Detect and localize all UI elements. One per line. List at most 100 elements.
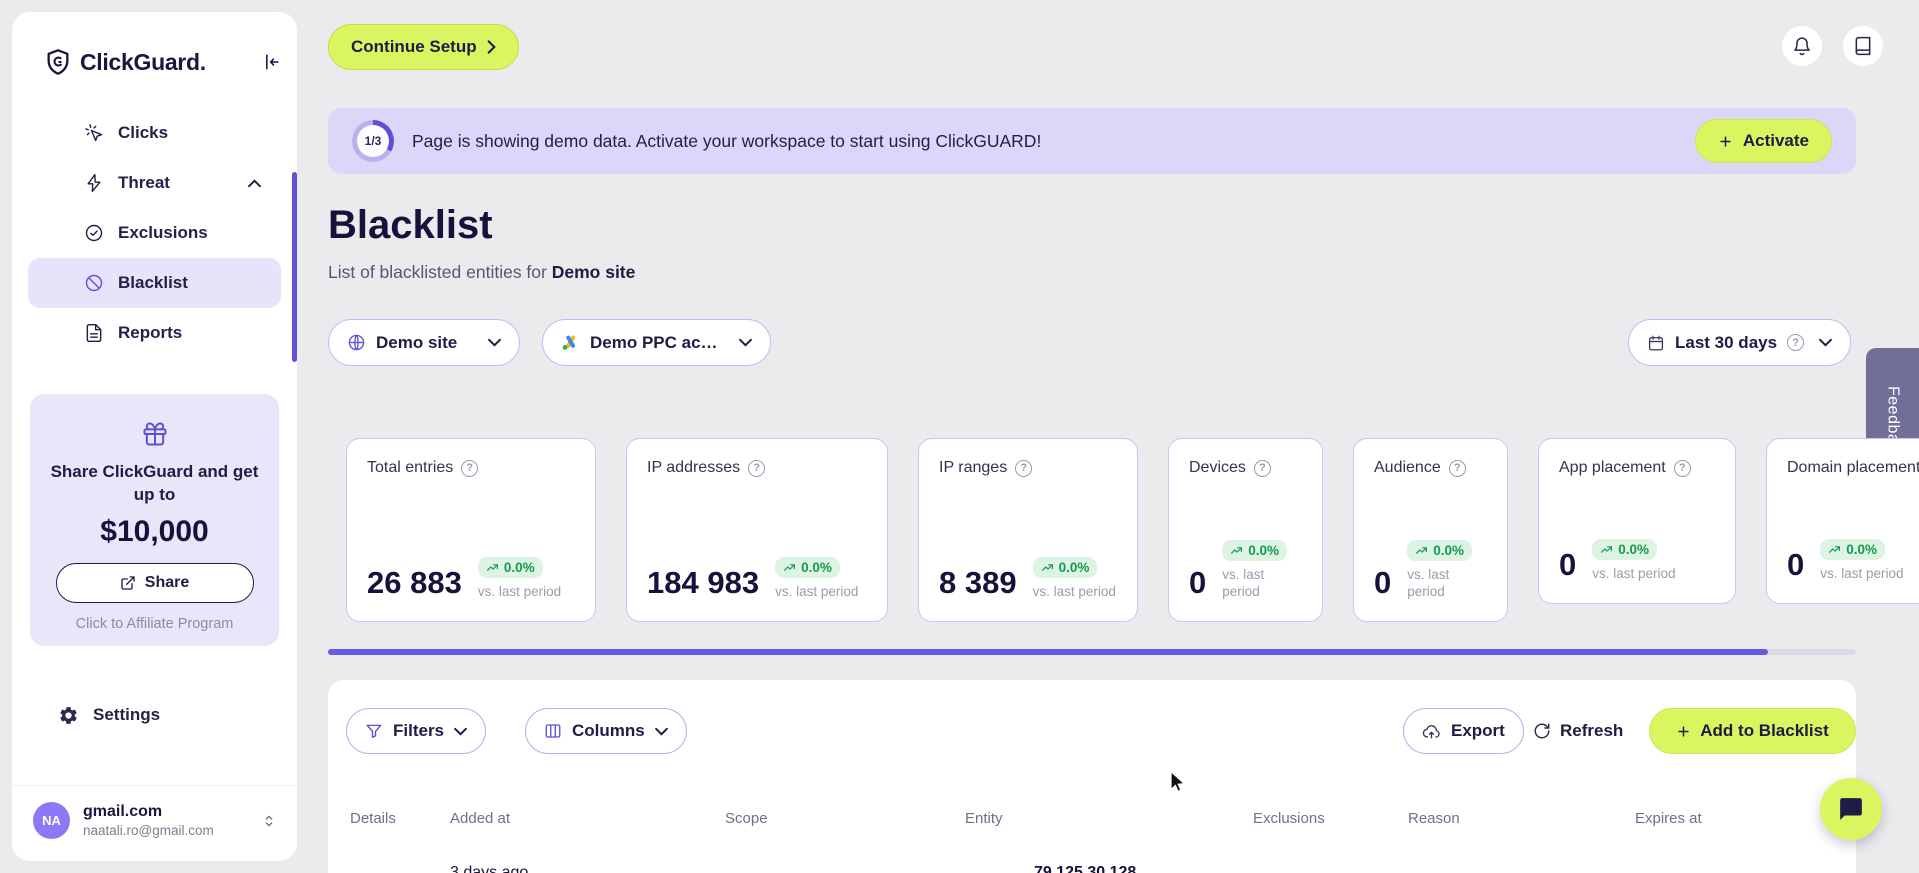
stat-label: Devices (1189, 459, 1246, 476)
affiliate-link[interactable]: Click to Affiliate Program (48, 616, 261, 632)
share-button-label: Share (144, 573, 190, 591)
export-label: Export (1451, 721, 1505, 740)
sidebar-item-label: Reports (118, 323, 183, 342)
docs-button[interactable] (1843, 26, 1883, 66)
chat-widget-button[interactable] (1820, 778, 1882, 840)
sidebar-collapse-icon[interactable] (261, 52, 281, 72)
chevron-down-icon (454, 727, 467, 736)
columns-icon (544, 722, 562, 740)
column-header-details[interactable]: Details (350, 810, 396, 827)
activate-button[interactable]: Activate (1694, 119, 1832, 163)
page-title: Blacklist (328, 203, 493, 247)
trend-up-icon (1600, 543, 1613, 556)
table-header-row: Details Added at Scope Entity Exclusions… (328, 810, 1856, 850)
sidebar-item-reports[interactable]: Reports (28, 308, 281, 358)
gift-icon (141, 420, 169, 448)
stat-value: 0 (1374, 565, 1392, 600)
funnel-icon (365, 722, 383, 740)
column-header-reason[interactable]: Reason (1408, 810, 1460, 827)
stat-change: 0.0% (1058, 560, 1090, 576)
date-range-value: Last 30 days (1675, 332, 1778, 352)
refresh-icon (1533, 722, 1551, 740)
trend-up-icon (486, 561, 499, 574)
stat-change: 0.0% (1248, 542, 1280, 558)
stat-value: 0 (1189, 565, 1207, 600)
sidebar-item-label: Threat (118, 173, 170, 192)
stat-value: 8 389 (939, 565, 1017, 600)
site-selector[interactable]: Demo site (328, 319, 520, 366)
help-icon: ? (1015, 459, 1033, 477)
columns-button[interactable]: Columns (525, 708, 687, 754)
column-header-entity[interactable]: Entity (965, 810, 1003, 827)
refresh-button[interactable]: Refresh (1533, 708, 1623, 754)
continue-setup-button[interactable]: Continue Setup (328, 24, 519, 70)
stat-vs-label: vs. last period (1820, 566, 1904, 582)
stat-change: 0.0% (1433, 542, 1465, 558)
settings-label: Settings (93, 705, 161, 724)
column-header-exclusions[interactable]: Exclusions (1253, 810, 1325, 827)
add-to-blacklist-label: Add to Blacklist (1700, 721, 1829, 740)
sidebar-item-clicks[interactable]: Clicks (28, 108, 281, 158)
stats-card-row: Total entries? 26 883 0.0% vs. last perio… (346, 438, 1919, 622)
help-icon: ? (461, 459, 479, 477)
column-header-scope[interactable]: Scope (725, 810, 768, 827)
gear-icon (58, 705, 79, 726)
stat-value: 184 983 (647, 565, 760, 600)
notifications-button[interactable] (1782, 26, 1822, 66)
ppc-account-value: Demo PPC ac… (590, 332, 718, 352)
blacklist-table-panel: Filters Columns Export Refresh Add to Bl… (328, 680, 1856, 873)
setup-progress-step: 1/3 (357, 125, 389, 157)
banner-message: Page is showing demo data. Activate your… (412, 130, 1042, 151)
site-selector-value: Demo site (376, 332, 458, 352)
sidebar-item-exclusions[interactable]: Exclusions (28, 208, 281, 258)
table-row[interactable]: 3 days ago 79.125.30.128 (328, 862, 1856, 873)
promo-message: Share ClickGuard and get up to (50, 462, 259, 504)
share-button[interactable]: Share (55, 562, 254, 603)
setup-progress-ring: 1/3 (352, 120, 394, 162)
columns-label: Columns (572, 721, 645, 740)
chevron-up-icon (248, 178, 261, 188)
affiliate-promo-card: Share ClickGuard and get up to $10,000 S… (30, 394, 279, 646)
subtitle-text: List of blacklisted entities for (328, 262, 547, 282)
stat-card-app-placement: App placement? 0 0.0% vs. last period (1538, 438, 1736, 604)
external-link-icon (120, 575, 136, 591)
chevron-updown-icon (261, 813, 277, 829)
chat-bubble-icon (1838, 796, 1864, 822)
app-screen: ClickGuard. Clicks Threat Exclusions Bla… (0, 0, 1919, 873)
stat-label: App placement (1559, 459, 1666, 476)
sidebar-item-settings[interactable]: Settings (28, 690, 281, 740)
stat-card-domain-placement: Domain placement? 0 0.0%vs. last period (1766, 438, 1919, 604)
export-button[interactable]: Export (1403, 708, 1524, 754)
column-header-added-at[interactable]: Added at (450, 810, 510, 827)
help-icon: ? (1448, 459, 1466, 477)
user-name: gmail.com (83, 803, 163, 820)
trend-up-icon (1230, 544, 1243, 557)
sidebar-scrollbar[interactable] (292, 172, 297, 362)
chevron-down-icon (654, 727, 668, 736)
clickguard-logo-icon (44, 48, 72, 76)
stats-scrollbar-thumb[interactable] (328, 649, 1768, 655)
sidebar: ClickGuard. Clicks Threat Exclusions Bla… (12, 12, 297, 861)
page-subtitle: List of blacklisted entities for Demo si… (328, 262, 635, 283)
column-header-expires-at[interactable]: Expires at (1635, 810, 1702, 827)
user-email: naatali.ro@gmail.com (83, 823, 214, 838)
help-icon: ? (748, 459, 766, 477)
logo-row: ClickGuard. (44, 48, 281, 76)
cloud-export-icon (1422, 722, 1441, 741)
chevron-down-icon (1819, 338, 1832, 347)
add-to-blacklist-button[interactable]: Add to Blacklist (1649, 708, 1856, 754)
clicks-icon (84, 123, 104, 143)
chevron-down-icon (488, 338, 501, 347)
reports-icon (84, 323, 104, 343)
date-range-selector[interactable]: Last 30 days ? (1628, 319, 1851, 366)
user-account-switcher[interactable]: NA gmail.com naatali.ro@gmail.com (12, 785, 297, 843)
sidebar-item-blacklist[interactable]: Blacklist (28, 258, 281, 308)
subtitle-site-name: Demo site (551, 262, 636, 282)
chevron-down-icon (739, 338, 752, 347)
filters-button[interactable]: Filters (346, 708, 487, 754)
ppc-account-selector[interactable]: Demo PPC ac… (542, 319, 771, 366)
exclusions-icon (84, 223, 104, 243)
stat-card-ip-ranges: IP ranges? 8 389 0.0% vs. last period (918, 438, 1138, 622)
sidebar-item-threat[interactable]: Threat (28, 158, 281, 208)
stat-card-total-entries: Total entries? 26 883 0.0% vs. last perio… (346, 438, 596, 622)
